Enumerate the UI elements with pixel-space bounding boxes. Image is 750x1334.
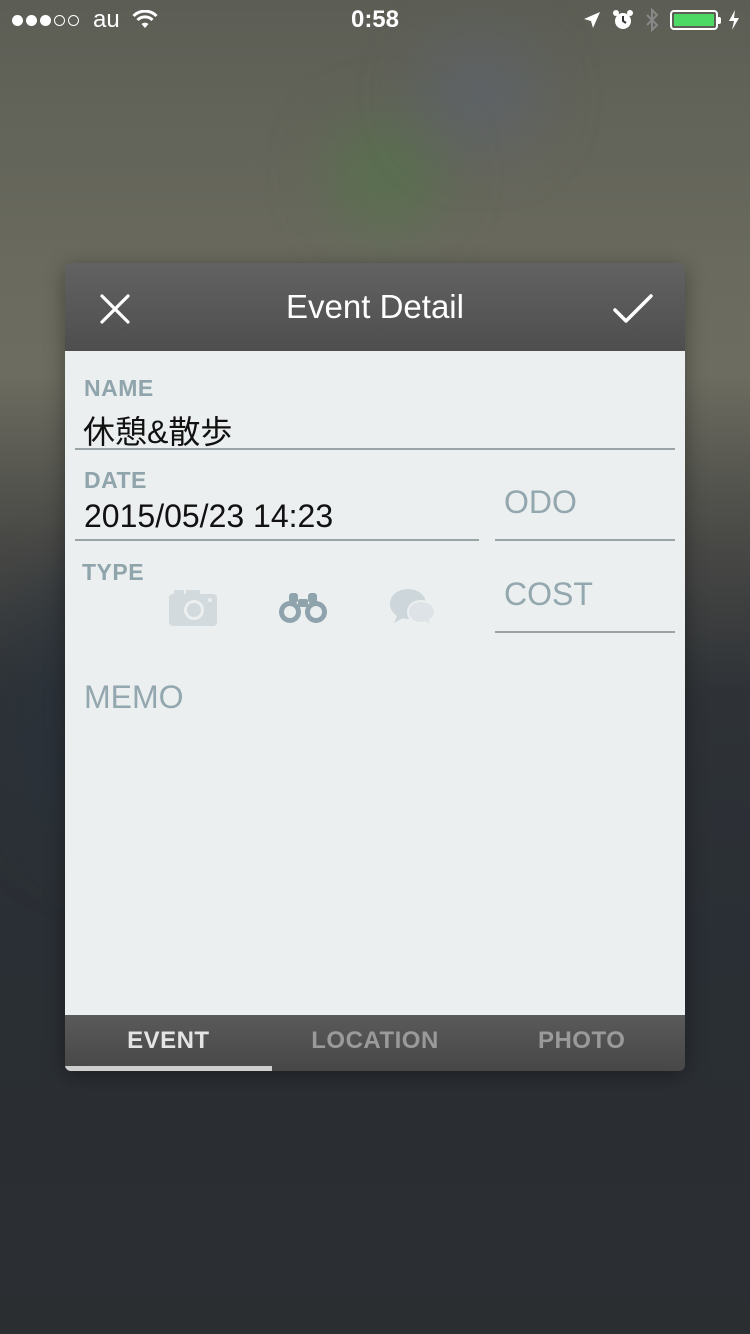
bluetooth-icon (646, 8, 659, 32)
battery-icon (670, 10, 721, 30)
dialog-title: Event Detail (286, 288, 464, 325)
chat-bubbles-icon (390, 589, 437, 627)
dialog-body: NAME 休憩&散歩 DATE 2015/05/23 14:23 ODO TYP… (65, 351, 685, 1015)
cost-underline (495, 631, 675, 633)
name-label: NAME (84, 375, 154, 401)
checkmark-icon (613, 294, 653, 323)
date-underline (75, 539, 479, 541)
type-label: TYPE (82, 559, 145, 585)
done-button[interactable] (609, 285, 657, 333)
odo-underline (495, 539, 675, 541)
memo-input[interactable]: MEMO (84, 679, 184, 716)
date-label: DATE (84, 467, 147, 493)
charging-bolt-icon (729, 10, 739, 30)
name-field[interactable]: 休憩&散歩 (83, 407, 232, 453)
cost-input[interactable]: COST (504, 576, 593, 613)
tab-event[interactable]: EVENT (65, 1015, 272, 1071)
camera-icon (169, 590, 217, 626)
location-arrow-icon (584, 12, 600, 28)
status-bar: au 0:58 (0, 0, 750, 40)
event-detail-dialog: Event Detail NAME 休憩&散歩 DATE 2015/05/23 … (65, 263, 685, 1071)
type-chat-button[interactable] (385, 583, 441, 631)
alarm-icon (613, 10, 633, 29)
odo-input[interactable]: ODO (504, 484, 577, 521)
tab-location[interactable]: LOCATION (272, 1015, 479, 1071)
tab-photo[interactable]: PHOTO (478, 1015, 685, 1071)
type-camera-button[interactable] (165, 583, 221, 631)
name-underline (75, 448, 675, 450)
date-field[interactable]: 2015/05/23 14:23 (84, 498, 333, 535)
type-sightseeing-button[interactable] (275, 583, 331, 631)
dialog-header: Event Detail (65, 263, 685, 351)
background-blur (420, 40, 540, 150)
tab-bar: EVENT LOCATION PHOTO (65, 1015, 685, 1071)
background-blur (330, 120, 440, 230)
binoculars-icon (279, 593, 327, 623)
